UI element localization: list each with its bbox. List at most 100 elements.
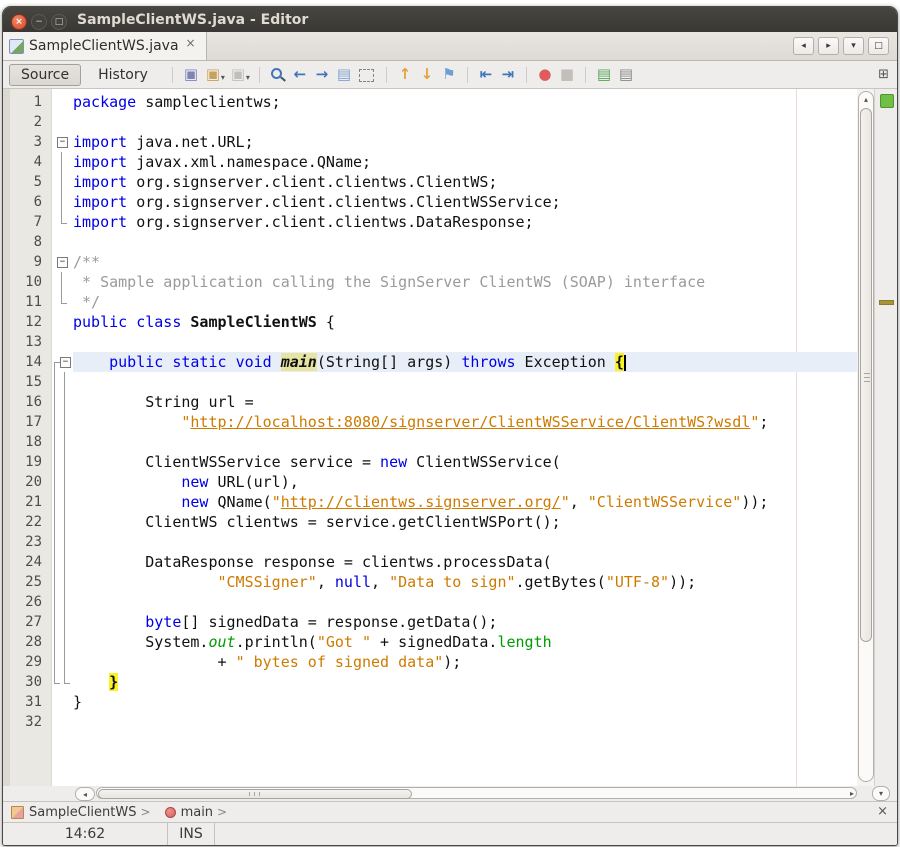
code-line[interactable]: 14− public static void main(String[] arg… bbox=[3, 352, 857, 372]
code-line[interactable]: 6import org.signserver.client.clientws.C… bbox=[3, 192, 857, 212]
code-line[interactable]: 25 "CMSSigner", null, "Data to sign".get… bbox=[3, 572, 857, 592]
fold-guide bbox=[54, 412, 55, 432]
find-next-occurrence-icon[interactable]: → bbox=[311, 66, 333, 84]
dropdown-caret-icon[interactable]: ▾ bbox=[221, 73, 225, 82]
code-line[interactable]: 22 ClientWS clientws = service.getClient… bbox=[3, 512, 857, 532]
scroll-tabs-left-button[interactable]: ◂ bbox=[793, 37, 814, 55]
start-macro-recording-icon[interactable]: ● bbox=[534, 66, 556, 84]
code-line[interactable]: 27 byte[] signedData = response.getData(… bbox=[3, 612, 857, 632]
code-text: /** bbox=[73, 252, 857, 272]
fold-column bbox=[51, 592, 73, 612]
token-kw: import bbox=[73, 213, 127, 231]
code-line[interactable]: 9−/** bbox=[3, 252, 857, 272]
code-line[interactable]: 17 "http://localhost:8080/signserver/Cli… bbox=[3, 412, 857, 432]
code-line[interactable]: 1package sampleclientws; bbox=[3, 92, 857, 112]
token-kw: class bbox=[136, 313, 181, 331]
breadcrumb-item-sampleclientws[interactable]: SampleClientWS bbox=[29, 805, 137, 820]
fold-guide bbox=[54, 652, 55, 672]
toggle-highlight-search-icon[interactable]: ▤ bbox=[333, 66, 355, 84]
source-view-button[interactable]: Source bbox=[9, 64, 81, 86]
scroll-tabs-right-button[interactable]: ▸ bbox=[818, 37, 839, 55]
code-line[interactable]: 3−import java.net.URL; bbox=[3, 132, 857, 152]
code-line[interactable]: 18 bbox=[3, 432, 857, 452]
code-line[interactable]: 10 * Sample application calling the Sign… bbox=[3, 272, 857, 292]
code-line[interactable]: 24 DataResponse response = clientws.proc… bbox=[3, 552, 857, 572]
scroll-left-icon[interactable]: ◂ bbox=[75, 787, 95, 801]
toolbar-separator bbox=[585, 67, 586, 83]
code-text: import java.net.URL; bbox=[73, 132, 857, 152]
fold-collapse-icon[interactable]: − bbox=[57, 137, 68, 148]
fold-guide bbox=[64, 612, 65, 632]
code-line[interactable]: 7import org.signserver.client.clientws.D… bbox=[3, 212, 857, 232]
code-viewport[interactable]: 1package sampleclientws;23−import java.n… bbox=[3, 89, 857, 786]
code-line[interactable]: 2 bbox=[3, 112, 857, 132]
show-opened-documents-button[interactable]: ▾ bbox=[843, 37, 864, 55]
code-line[interactable]: 16 String url = bbox=[3, 392, 857, 412]
fold-guide bbox=[64, 432, 65, 452]
error-stripe[interactable] bbox=[874, 89, 897, 786]
uncomment-icon[interactable]: ▤ bbox=[615, 66, 637, 84]
no-errors-badge[interactable] bbox=[880, 94, 894, 108]
code-line[interactable]: 20 new URL(url), bbox=[3, 472, 857, 492]
history-view-button[interactable]: History bbox=[87, 65, 159, 85]
dropdown-caret-icon[interactable]: ▾ bbox=[246, 73, 250, 82]
vertical-scrollbar-thumb[interactable] bbox=[860, 108, 872, 642]
fold-collapse-icon[interactable]: − bbox=[60, 357, 71, 368]
fold-column[interactable]: − bbox=[51, 252, 73, 272]
breadcrumb-close-icon[interactable]: × bbox=[877, 805, 888, 818]
vertical-scrollbar-track[interactable]: ▴ bbox=[858, 91, 874, 782]
title-bar[interactable]: ×−□ SampleClientWS.java - Editor bbox=[3, 7, 897, 32]
previous-bookmark-icon[interactable]: ↑ bbox=[394, 66, 416, 84]
horizontal-scrollbar-thumb[interactable] bbox=[98, 789, 412, 799]
code-line[interactable]: 15 bbox=[3, 372, 857, 392]
breadcrumb-item-main[interactable]: main bbox=[181, 805, 213, 820]
scroll-right-icon[interactable]: ▸ bbox=[850, 789, 854, 798]
code-line[interactable]: 5import org.signserver.client.clientws.C… bbox=[3, 172, 857, 192]
code-line[interactable]: 31} bbox=[3, 692, 857, 712]
shift-line-right-icon[interactable]: ⇥ bbox=[497, 66, 519, 84]
scroll-down-icon[interactable]: ▾ bbox=[872, 786, 890, 801]
comment-icon[interactable]: ▤ bbox=[593, 66, 615, 84]
shift-line-left-icon[interactable]: ⇤ bbox=[475, 66, 497, 84]
code-line[interactable]: 8 bbox=[3, 232, 857, 252]
stop-macro-recording-icon[interactable]: ■ bbox=[556, 66, 578, 84]
minimize-button[interactable]: − bbox=[31, 14, 47, 30]
token-pl bbox=[163, 353, 172, 371]
token-pl bbox=[272, 353, 281, 371]
next-bookmark-icon[interactable]: ↓ bbox=[416, 66, 438, 84]
rectangular-selection-icon[interactable] bbox=[359, 69, 374, 82]
fold-column[interactable]: − bbox=[51, 132, 73, 152]
code-line[interactable]: 19 ClientWSService service = new ClientW… bbox=[3, 452, 857, 472]
tab-sampleclientws[interactable]: SampleClientWS.java × bbox=[3, 32, 207, 60]
code-line[interactable]: 12public class SampleClientWS { bbox=[3, 312, 857, 332]
code-line[interactable]: 32 bbox=[3, 712, 857, 732]
code-text: System.out.println("Got " + signedData.l… bbox=[73, 632, 857, 652]
fold-collapse-icon[interactable]: − bbox=[57, 257, 68, 268]
fold-column[interactable]: − bbox=[51, 352, 73, 372]
toggle-bookmark-icon[interactable]: ⚑ bbox=[438, 66, 460, 84]
split-window-icon[interactable]: ⊞ bbox=[878, 67, 889, 82]
find-previous-occurrence-icon[interactable]: ← bbox=[289, 66, 311, 84]
status-message-area bbox=[215, 823, 897, 845]
find-icon[interactable] bbox=[267, 66, 289, 84]
horizontal-scrollbar-strip: ◂ ▸ ▾ bbox=[3, 786, 897, 801]
vertical-scrollbar[interactable]: ▴ bbox=[857, 89, 874, 786]
code-line[interactable]: 11 */ bbox=[3, 292, 857, 312]
token-kw: new bbox=[181, 473, 208, 491]
code-line[interactable]: 30 } bbox=[3, 672, 857, 692]
code-line[interactable]: 21 new QName("http://clientws.signserver… bbox=[3, 492, 857, 512]
maximize-window-button[interactable]: □ bbox=[868, 37, 889, 55]
scroll-up-icon[interactable]: ▴ bbox=[859, 95, 873, 104]
code-line[interactable]: 28 System.out.println("Got " + signedDat… bbox=[3, 632, 857, 652]
close-button[interactable]: × bbox=[11, 14, 27, 30]
code-line[interactable]: 23 bbox=[3, 532, 857, 552]
code-line[interactable]: 29 + " bytes of signed data"); bbox=[3, 652, 857, 672]
jump-last-edit-icon[interactable]: ▣ bbox=[180, 66, 202, 84]
occurrence-mark[interactable] bbox=[879, 300, 894, 305]
code-line[interactable]: 13 bbox=[3, 332, 857, 352]
code-line[interactable]: 26 bbox=[3, 592, 857, 612]
maximize-button[interactable]: □ bbox=[51, 14, 67, 30]
horizontal-scrollbar-track[interactable]: ▸ bbox=[96, 787, 857, 799]
code-line[interactable]: 4import javax.xml.namespace.QName; bbox=[3, 152, 857, 172]
tab-close-icon[interactable]: × bbox=[186, 37, 196, 49]
